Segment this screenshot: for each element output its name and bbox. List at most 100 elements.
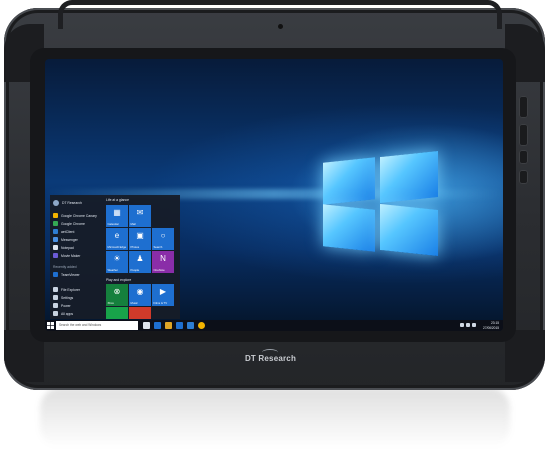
side-button-2[interactable]: [519, 124, 528, 146]
live-tile[interactable]: ☀ Weather: [106, 251, 128, 273]
recently-added-header: Recently added: [53, 265, 77, 269]
live-tile[interactable]: ▣ Photos: [129, 228, 151, 250]
mail-icon[interactable]: [187, 322, 194, 329]
recent-app-item[interactable]: TeamViewer: [53, 271, 80, 278]
app-icon: [53, 229, 58, 234]
tile-icon: e: [114, 231, 120, 240]
app-label: Google Chrome: [61, 221, 85, 226]
side-button-3[interactable]: [519, 150, 528, 164]
tray-message-icon[interactable]: [472, 323, 476, 327]
brand-logo: DT Research: [0, 349, 541, 363]
live-tile[interactable]: ♟ People: [129, 251, 151, 273]
tile-icon: ○: [160, 231, 166, 240]
gear-icon: [53, 295, 58, 300]
logo-pane-bottom-left: [323, 204, 375, 252]
windows-logo-wallpaper: [323, 150, 438, 257]
live-tile[interactable]: [106, 307, 128, 319]
start-menu-app-list: DT Research Google Chrome Canary Google …: [50, 195, 102, 319]
system-label: Settings: [61, 295, 74, 300]
system-label: All apps: [61, 311, 74, 316]
list-icon: [53, 311, 58, 316]
user-avatar: [53, 199, 59, 206]
app-item[interactable]: Notepad: [53, 244, 74, 251]
app-item[interactable]: Google Chrome: [53, 220, 85, 227]
app-label: Google Chrome Canary: [61, 213, 97, 218]
live-tile[interactable]: N OneNote: [152, 251, 174, 273]
tile-icon: ▦: [113, 208, 121, 217]
tile-label: Mail: [130, 222, 136, 226]
desktop-screen: DT Research Google Chrome Canary Google …: [45, 59, 503, 331]
app-item[interactable]: Messenger: [53, 236, 78, 243]
tile-label: Calendar: [107, 222, 119, 226]
tile-icon: ☀: [113, 254, 121, 263]
folder-icon: [53, 287, 58, 292]
power-item[interactable]: Power: [53, 302, 71, 309]
store-icon[interactable]: [176, 322, 183, 329]
tile-label: Microsoft Edge: [107, 245, 127, 249]
clock-date: 27/06/2015: [483, 325, 499, 330]
tile-icon: ▶: [159, 287, 167, 296]
tray-volume-icon[interactable]: [466, 323, 470, 327]
app-label: Movie Maker: [61, 253, 81, 258]
tile-label: Xbox: [107, 301, 114, 305]
app-label: TeamViewer: [61, 272, 80, 277]
brand-arc: [262, 349, 278, 356]
teamviewer-icon: [53, 272, 58, 277]
tile-label: [106, 318, 108, 319]
tile-label: Search: [153, 245, 163, 249]
file-explorer-icon[interactable]: [165, 322, 172, 329]
user-account[interactable]: DT Research: [53, 198, 82, 207]
app-label: aetClient: [61, 229, 75, 234]
start-menu: DT Research Google Chrome Canary Google …: [50, 195, 180, 319]
camera: [278, 24, 283, 29]
taskbar-clock[interactable]: 23:15 27/06/2015: [483, 321, 499, 330]
windows-start-icon[interactable]: [47, 322, 54, 329]
chrome-icon: [53, 221, 58, 226]
tile-label: Weather: [107, 268, 119, 272]
tile-label: Films & TV: [153, 301, 168, 305]
live-tile[interactable]: ✉ Mail: [129, 205, 151, 227]
tile-label: People: [130, 268, 140, 272]
live-tile[interactable]: ▶ Films & TV: [152, 284, 174, 306]
side-button-4[interactable]: [519, 170, 528, 184]
app-label: Notepad: [61, 245, 74, 250]
live-tile[interactable]: e Microsoft Edge: [106, 228, 128, 250]
logo-pane-top-left: [323, 157, 375, 205]
live-tile[interactable]: ◉ Music: [129, 284, 151, 306]
side-button-1[interactable]: [519, 96, 528, 118]
app-item[interactable]: aetClient: [53, 228, 74, 235]
tile-icon: ♟: [136, 254, 144, 263]
tile-label: [129, 318, 131, 319]
tile-group-header: Life at a glance: [106, 198, 129, 202]
live-tile[interactable]: ⊗ Xbox: [106, 284, 128, 306]
tile-icon: N: [160, 254, 166, 263]
tile-label: Music: [130, 301, 138, 305]
tile-icon: ▣: [136, 231, 144, 240]
messenger-icon: [53, 237, 58, 242]
app-label: Messenger: [61, 237, 78, 242]
power-icon: [53, 303, 58, 308]
chrome-canary-icon: [53, 213, 58, 218]
table-reflection: [40, 388, 510, 448]
app-item[interactable]: Movie Maker: [53, 252, 80, 259]
task-view-icon[interactable]: [143, 322, 150, 329]
tile-group-header: Play and explore: [106, 278, 132, 282]
tile-label: OneNote: [153, 268, 165, 272]
live-tile[interactable]: [129, 307, 151, 319]
logo-pane-top-right: [380, 150, 438, 204]
tile-icon: ✉: [136, 208, 144, 217]
settings-item[interactable]: Settings: [53, 294, 73, 301]
tray-network-icon[interactable]: [460, 323, 464, 327]
edge-icon[interactable]: [154, 322, 161, 329]
taskbar: Search the web and Windows 23:15 27/06/2…: [45, 320, 503, 331]
file-explorer-item[interactable]: File Explorer: [53, 286, 80, 293]
all-apps-item[interactable]: All apps: [53, 310, 73, 317]
live-tile[interactable]: ▦ Calendar: [106, 205, 128, 227]
system-label: Power: [61, 303, 71, 308]
chrome-icon[interactable]: [198, 322, 205, 329]
tile-icon: ⊗: [113, 287, 121, 296]
app-item[interactable]: Google Chrome Canary: [53, 212, 97, 219]
taskbar-search-box[interactable]: Search the web and Windows: [56, 321, 138, 330]
system-label: File Explorer: [61, 287, 81, 292]
live-tile[interactable]: ○ Search: [152, 228, 174, 250]
